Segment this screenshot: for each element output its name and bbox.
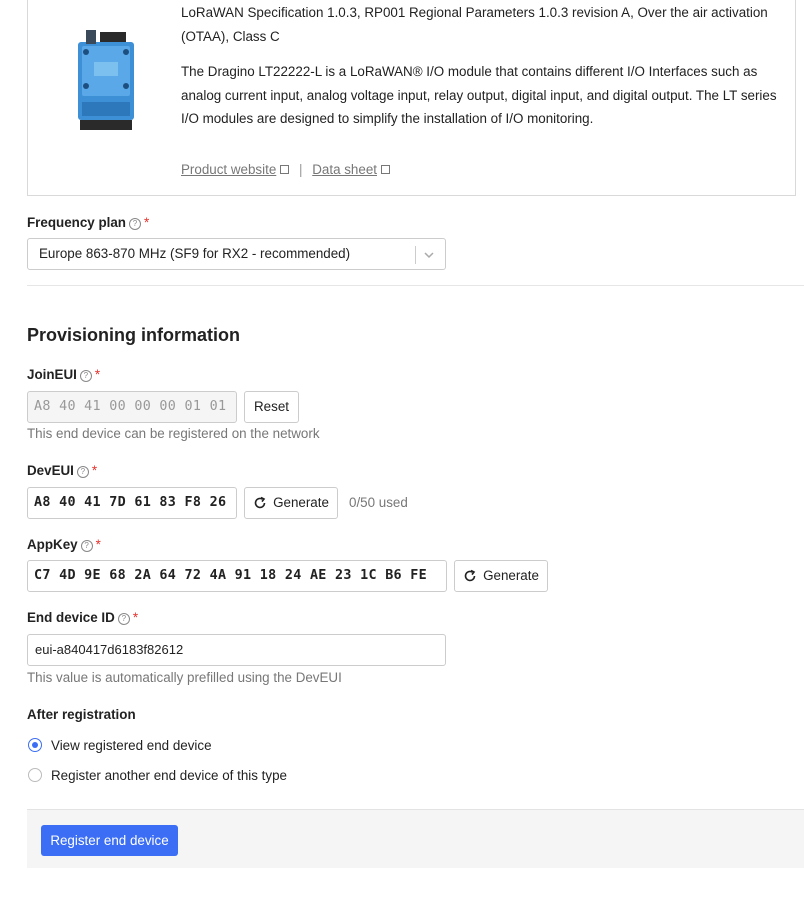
dev-eui-label: DevEUI? * (27, 463, 97, 478)
frequency-plan-selected: Europe 863-870 MHz (SF9 for RX2 - recomm… (39, 246, 351, 261)
required-mark: * (91, 463, 98, 478)
refresh-icon (254, 496, 266, 509)
frequency-plan-label: Frequency plan? * (27, 215, 149, 230)
generate-label: Generate (483, 568, 539, 583)
help-icon[interactable]: ? (117, 613, 130, 625)
help-icon[interactable]: ? (76, 466, 89, 478)
generate-label: Generate (273, 495, 329, 510)
app-key-generate-button[interactable]: Generate (454, 560, 548, 592)
device-description: The Dragino LT22222-L is a LoRaWAN® I/O … (181, 64, 777, 126)
help-icon[interactable]: ? (80, 540, 93, 552)
select-divider (415, 246, 416, 264)
register-end-device-button[interactable]: Register end device (41, 825, 178, 856)
product-website-link[interactable]: Product website (181, 162, 276, 177)
device-links: Product website | Data sheet (181, 162, 390, 177)
help-icon[interactable]: ? (128, 218, 141, 230)
app-key-label-text: AppKey (27, 537, 78, 552)
required-mark: * (143, 215, 150, 230)
help-icon[interactable]: ? (79, 370, 92, 382)
radio-view-registered[interactable] (28, 738, 42, 752)
end-device-id-label-text: End device ID (27, 610, 115, 625)
section-divider (27, 285, 804, 286)
data-sheet-link[interactable]: Data sheet (312, 162, 377, 177)
reset-button[interactable]: Reset (244, 391, 299, 423)
dev-eui-generate-button[interactable]: Generate (244, 487, 338, 519)
join-eui-label-text: JoinEUI (27, 367, 77, 382)
app-key-input[interactable]: C7 4D 9E 68 2A 64 72 4A 91 18 24 AE 23 1… (27, 560, 447, 592)
refresh-icon (464, 569, 476, 582)
join-eui-input: A8 40 41 00 00 00 01 01 (27, 391, 237, 423)
provisioning-title: Provisioning information (27, 325, 241, 345)
radio-view-registered-label[interactable]: View registered end device (51, 738, 212, 753)
end-device-id-input[interactable]: eui-a840417d6183f82612 (27, 634, 446, 666)
join-eui-label: JoinEUI? * (27, 367, 100, 382)
device-spec-text: LoRaWAN Specification 1.0.3, RP001 Regio… (181, 5, 768, 44)
dev-eui-input[interactable]: A8 40 41 7D 61 83 F8 26 (27, 487, 237, 519)
required-mark: * (95, 537, 101, 552)
radio-register-another-label[interactable]: Register another end device of this type (51, 768, 287, 783)
dev-eui-label-text: DevEUI (27, 463, 74, 478)
dev-eui-usage: 0/50 used (349, 495, 408, 510)
required-mark: * (132, 610, 139, 625)
required-mark: * (94, 367, 101, 382)
external-link-icon (280, 165, 290, 174)
frequency-plan-select[interactable]: Europe 863-870 MHz (SF9 for RX2 - recomm… (27, 238, 446, 270)
frequency-plan-label-text: Frequency plan (27, 215, 126, 230)
after-registration-label: After registration (27, 707, 136, 722)
chevron-down-icon (424, 252, 434, 259)
join-eui-hint: This end device can be registered on the… (27, 426, 320, 441)
end-device-id-label: End device ID? * (27, 610, 138, 625)
device-image (78, 30, 134, 130)
end-device-id-hint: This value is automatically prefilled us… (27, 670, 342, 685)
link-separator: | (299, 162, 303, 177)
app-key-label: AppKey? * (27, 537, 101, 552)
radio-register-another[interactable] (28, 768, 42, 782)
external-link-icon (381, 165, 390, 174)
